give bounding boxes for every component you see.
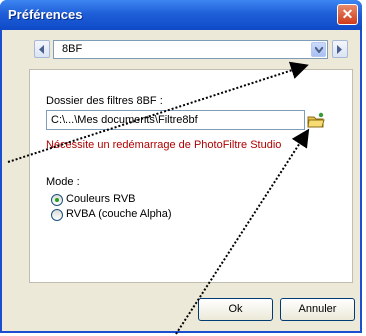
annotation-arrow-selector (7, 61, 309, 163)
annotation-arrows (7, 61, 310, 335)
annotation-arrow-folder (175, 128, 310, 335)
